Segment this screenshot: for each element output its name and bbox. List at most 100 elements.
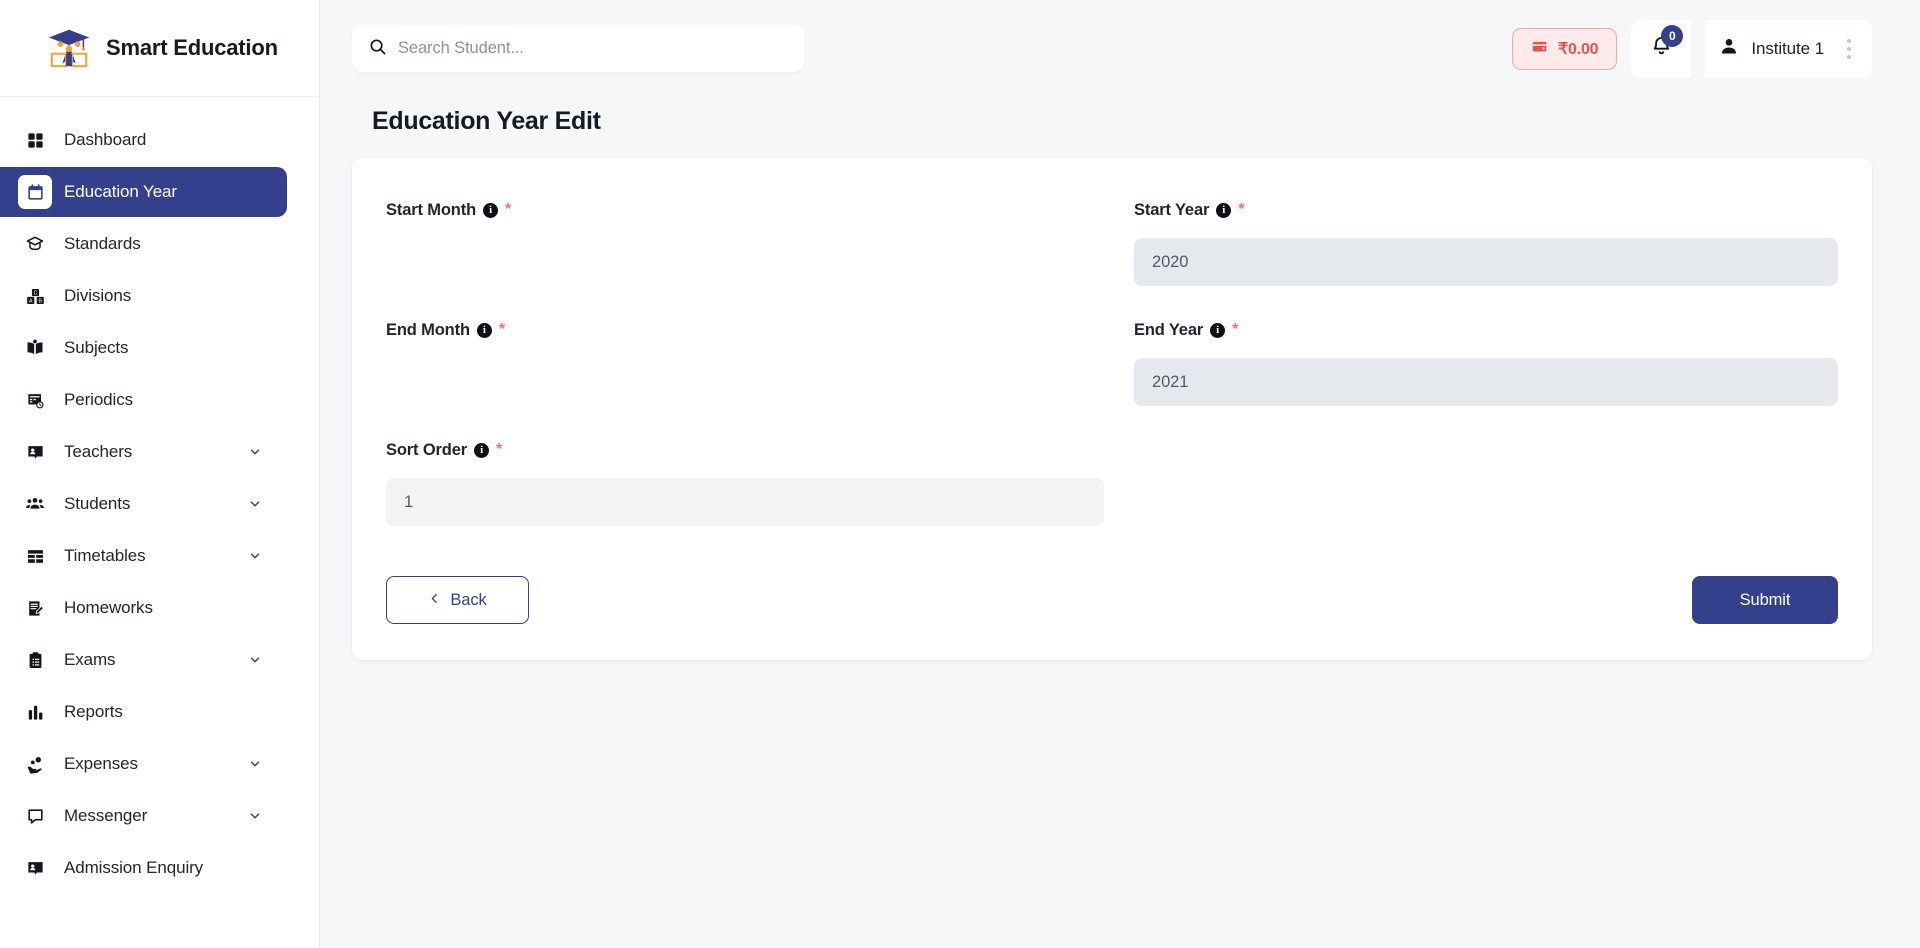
field-start-month: Start Month i * [386,198,1104,286]
chevron-down-icon[interactable] [247,444,263,460]
chevron-down-icon[interactable] [247,652,263,668]
start-year-input[interactable] [1134,238,1838,286]
end-month-input-slot[interactable] [386,358,1104,406]
wallet-amount: ₹0.00 [1558,40,1599,58]
hand-coins-icon [18,747,52,781]
sort-order-label: Sort Order i * [386,438,1104,462]
sidebar-item-label: Messenger [64,806,148,825]
submit-button[interactable]: Submit [1692,576,1838,624]
sidebar-item-label: Students [64,494,131,513]
sidebar-item-dashboard[interactable]: Dashboard [0,115,287,165]
sidebar: Smart Education Dashboard Education Year… [0,0,320,948]
info-icon[interactable]: i [1216,202,1232,218]
sidebar-item-homeworks[interactable]: Homeworks [0,583,287,633]
users-group-icon [18,487,52,521]
wallet-balance-button[interactable]: ₹0.00 [1512,27,1618,70]
user-menu[interactable]: Institute 1 [1705,19,1872,78]
sidebar-item-label: Exams [64,650,116,669]
table-icon [18,539,52,573]
sidebar-item-students[interactable]: Students [0,479,287,529]
field-sort-order: Sort Order i * [386,438,1104,526]
sidebar-item-expenses[interactable]: Expenses [0,739,287,789]
teacher-board-icon [18,435,52,469]
back-button[interactable]: Back [386,576,529,624]
row-spacer [1134,286,1838,318]
start-month-label-text: Start Month [386,200,477,219]
sidebar-item-admission-enquiry[interactable]: Admission Enquiry [0,843,287,893]
required-marker: * [1232,321,1239,338]
start-year-label-text: Start Year [1134,200,1210,219]
info-icon[interactable]: i [483,202,499,218]
row-spacer [386,406,1104,438]
end-month-label-text: End Month [386,320,470,339]
row-filler [1134,438,1838,526]
chevron-down-icon[interactable] [247,496,263,512]
field-start-year: Start Year i * [1134,198,1838,286]
sidebar-item-label: Admission Enquiry [64,858,204,877]
main-area: ₹0.00 0 [320,0,1920,948]
brand-name: Smart Education [106,35,278,60]
calendar-icon [18,175,52,209]
grid-icon [18,123,52,157]
sidebar-item-reports[interactable]: Reports [0,687,287,737]
required-marker: * [496,441,503,458]
open-book-icon [18,331,52,365]
sidebar-item-periodics[interactable]: Periodics [0,375,287,425]
sidebar-item-label: Homeworks [64,598,153,617]
search-input[interactable] [398,39,788,58]
clipboard-list-icon [18,643,52,677]
sort-order-input-wrap [386,478,1104,526]
end-year-label-text: End Year [1134,320,1204,339]
sidebar-item-standards[interactable]: Standards [0,219,287,269]
sidebar-item-label: Teachers [64,442,133,461]
sidebar-item-label: Dashboard [64,130,147,149]
sidebar-item-label: Expenses [64,754,138,773]
info-icon[interactable]: i [476,322,492,338]
sidebar-item-label: Timetables [64,546,146,565]
content-area: Education Year Edit Start Month i * Star… [320,97,1920,948]
chevron-down-icon[interactable] [247,756,263,772]
sidebar-item-education-year[interactable]: Education Year [0,167,287,217]
notifications-button[interactable]: 0 [1631,19,1692,78]
svg-text:C: C [33,290,37,296]
field-end-year: End Year i * [1134,318,1838,406]
sidebar-item-subjects[interactable]: Subjects [0,323,287,373]
sidebar-item-divisions[interactable]: C A B Divisions [0,271,287,321]
user-avatar-icon [1719,36,1739,61]
top-bar: ₹0.00 0 [320,0,1920,97]
start-month-label: Start Month i * [386,198,1104,222]
sidebar-item-teachers[interactable]: Teachers [0,427,287,477]
form-grid: Start Month i * Start Year i * 2020 End … [386,198,1838,526]
education-year-form-card: Start Month i * Start Year i * 2020 End … [352,158,1872,660]
row-spacer [386,286,1104,318]
info-icon[interactable]: i [474,442,490,458]
info-icon[interactable]: i [1210,322,1226,338]
sort-order-label-text: Sort Order [386,440,468,459]
app-root: Smart Education Dashboard Education Year… [0,0,1920,948]
notebook-pen-icon [18,591,52,625]
calendar-clock-icon [18,383,52,417]
page-title: Education Year Edit [372,107,601,135]
user-name: Institute 1 [1751,38,1824,58]
search-box[interactable] [352,25,804,72]
sidebar-item-timetables[interactable]: Timetables [0,531,287,581]
chevron-down-icon[interactable] [247,548,263,564]
more-vertical-icon[interactable] [1836,31,1862,67]
required-marker: * [1238,201,1245,218]
bar-chart-icon [18,695,52,729]
end-year-input[interactable] [1134,358,1838,406]
chevron-down-icon[interactable] [247,808,263,824]
sidebar-item-label: Standards [64,234,141,253]
graduation-cap-icon [18,227,52,261]
sidebar-item-label: Education Year [64,182,177,201]
brand-header[interactable]: Smart Education [0,0,319,97]
sidebar-item-label: Divisions [64,286,132,305]
start-month-input-slot[interactable] [386,238,1104,286]
sort-order-input[interactable] [386,478,1104,526]
notification-count-badge: 0 [1661,24,1684,47]
sidebar-item-exams[interactable]: Exams [0,635,287,685]
sidebar-item-label: Subjects [64,338,129,357]
sidebar-item-messenger[interactable]: Messenger [0,791,287,841]
svg-text:A: A [29,298,33,304]
required-marker: * [505,201,512,218]
